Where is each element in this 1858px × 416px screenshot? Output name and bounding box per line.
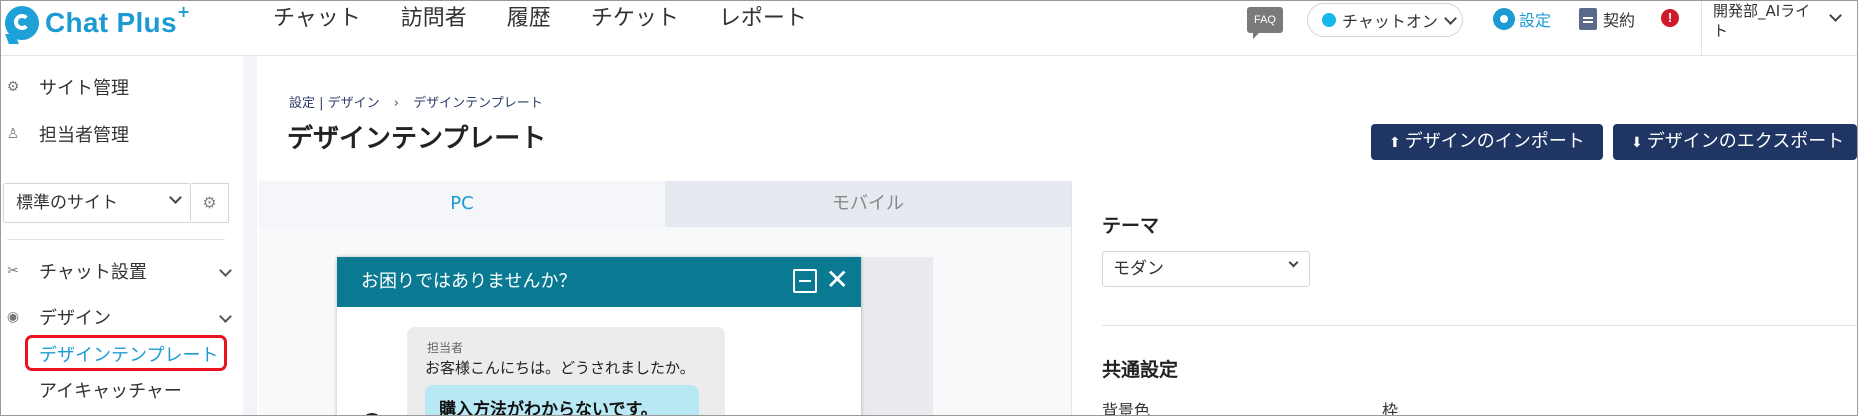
frame-label: 枠 — [1382, 401, 1399, 416]
chevron-down-icon — [1443, 11, 1457, 25]
tab-mobile[interactable]: モバイル — [665, 181, 1071, 227]
site-select-value: 標準のサイト — [16, 193, 118, 213]
chevron-down-icon[interactable] — [1829, 9, 1842, 22]
site-settings-gear-icon[interactable]: ⚙ — [191, 183, 229, 223]
nav-visitors[interactable]: 訪問者 — [401, 5, 467, 33]
highlight-box — [25, 335, 227, 371]
theme-select[interactable]: モダン — [1102, 251, 1310, 287]
background-color-label: 背景色 — [1102, 401, 1151, 416]
export-design-button[interactable]: ⬇ デザインのエクスポート — [1613, 124, 1857, 160]
theme-select-value: モダン — [1113, 259, 1164, 279]
close-icon[interactable]: ✕ — [826, 265, 849, 295]
settings-label: 設定 — [1519, 11, 1552, 30]
main-content: 設定 | デザイン › デザインテンプレート デザインテンプレート ⬆ デザインの… — [257, 56, 1857, 416]
faq-icon[interactable]: FAQ — [1247, 7, 1283, 39]
sidebar-item-site-management[interactable]: ⚙ サイト管理 — [1, 72, 129, 102]
import-design-button[interactable]: ⬆ デザインのインポート — [1371, 124, 1603, 160]
user-menu[interactable]: 開発部_AIライト — [1713, 1, 1825, 41]
agent-greeting: お客様こんにちは。どうされましたか。 — [425, 359, 695, 377]
contract-link[interactable]: 契約 — [1579, 7, 1635, 31]
chat-status-label: チャットオン — [1342, 12, 1438, 31]
export-design-label: デザインのエクスポート — [1646, 131, 1845, 152]
tools-icon: ✂ — [7, 263, 19, 279]
gear-icon — [1493, 8, 1515, 30]
sidebar-item-design[interactable]: ◉ デザイン — [1, 302, 111, 332]
sidebar-item-label: デザイン — [39, 308, 111, 329]
sidebar-item-label: サイト管理 — [39, 78, 129, 99]
reply-option[interactable]: 購入方法がわからないです。 — [425, 385, 699, 415]
sidebar-item-label: 担当者管理 — [39, 125, 129, 146]
nav-history[interactable]: 履歴 — [507, 5, 551, 33]
status-dot-icon — [1322, 13, 1336, 27]
chat-status-dropdown[interactable]: チャットオン — [1307, 3, 1463, 37]
chevron-down-icon — [169, 191, 182, 204]
chat-bubble-icon — [5, 6, 39, 40]
breadcrumb: 設定 | デザイン › デザインテンプレート — [289, 92, 543, 111]
breadcrumb-separator: › — [393, 96, 399, 111]
logo[interactable]: Chat Plus + — [5, 1, 191, 43]
alert-icon[interactable]: ! — [1661, 9, 1679, 27]
app-window: Chat Plus + チャット 訪問者 履歴 チケット レポート FAQ チャ… — [0, 0, 1858, 416]
breadcrumb-parent[interactable]: 設定 | デザイン — [289, 96, 380, 111]
download-icon: ⬇ — [1631, 135, 1643, 151]
device-tabs: PC モバイル — [259, 181, 1071, 227]
top-header: Chat Plus + チャット 訪問者 履歴 チケット レポート FAQ チャ… — [1, 1, 1857, 56]
sidebar-item-chat-install[interactable]: ✂ チャット設置 — [1, 256, 147, 286]
contract-label: 契約 — [1603, 11, 1636, 30]
sidebar-subitem-eye-catcher[interactable]: アイキャッチャー — [39, 377, 182, 403]
upload-icon: ⬆ — [1389, 135, 1401, 151]
nav-tickets[interactable]: チケット — [591, 5, 679, 33]
sidebar-divider — [7, 239, 225, 240]
panel-divider — [1102, 325, 1857, 326]
chat-window-title: お困りではありませんか？ — [361, 271, 577, 292]
main-nav: チャット 訪問者 履歴 チケット レポート — [273, 5, 847, 33]
nav-chat[interactable]: チャット — [273, 5, 361, 33]
minimize-icon[interactable] — [793, 269, 817, 293]
tab-pc[interactable]: PC — [259, 181, 665, 227]
settings-link[interactable]: 設定 — [1493, 7, 1551, 31]
header-divider — [1701, 1, 1702, 55]
nav-reports[interactable]: レポート — [719, 5, 807, 33]
chat-window-preview: お困りではありませんか？ ✕ 担当者 お客様こんにちは。どうされましたか。 購入… — [337, 257, 861, 415]
sidebar-item-label: チャット設置 — [39, 262, 147, 283]
settings-panel: テーマ モダン 共通設定 背景色 枠 — [1071, 181, 1857, 416]
page-title: デザインテンプレート — [287, 124, 547, 154]
logo-text: Chat Plus — [45, 7, 177, 38]
document-icon — [1579, 8, 1597, 30]
breadcrumb-current: デザインテンプレート — [413, 96, 543, 111]
chat-window-header: お困りではありませんか？ ✕ — [337, 257, 861, 307]
palette-icon: ◉ — [6, 309, 20, 325]
gear-icon: ⚙ — [6, 79, 20, 95]
common-settings-label: 共通設定 — [1102, 359, 1179, 381]
chat-preview-area: お困りではありませんか？ ✕ 担当者 お客様こんにちは。どうされましたか。 購入… — [259, 227, 1071, 415]
site-select[interactable]: 標準のサイト — [3, 183, 191, 223]
import-design-label: デザインのインポート — [1404, 131, 1585, 152]
chevron-down-icon — [1288, 257, 1299, 268]
agent-name: 担当者 — [427, 341, 464, 355]
sidebar-item-staff-management[interactable]: ♙ 担当者管理 — [1, 119, 129, 149]
agent-message-bubble: 担当者 お客様こんにちは。どうされましたか。 購入方法がわからないです。 — [407, 327, 725, 415]
users-icon: ♙ — [6, 126, 20, 142]
sidebar-scrollbar[interactable] — [243, 56, 257, 415]
logo-plus: + — [176, 1, 191, 21]
theme-label: テーマ — [1102, 215, 1160, 237]
